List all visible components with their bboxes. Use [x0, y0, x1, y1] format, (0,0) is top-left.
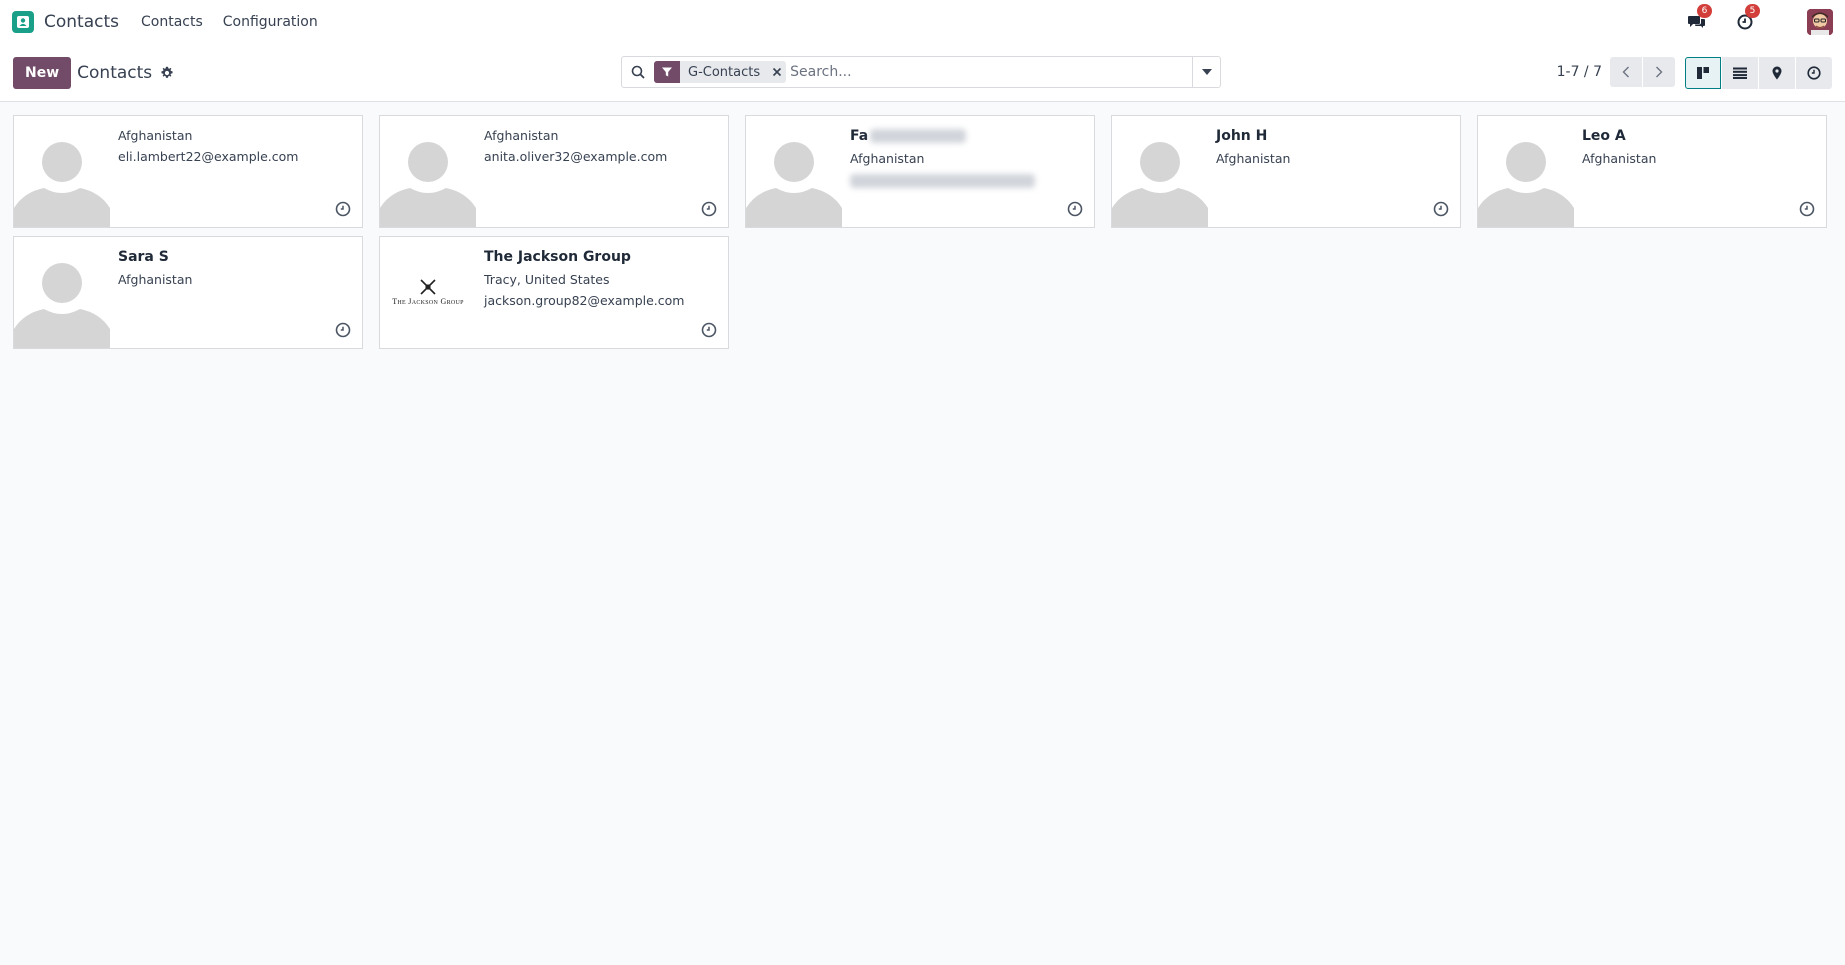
contact-email: jackson.group82@example.com [484, 293, 685, 308]
contact-country: Afghanistan [850, 151, 925, 166]
activities-systray[interactable]: 5 [1735, 4, 1760, 32]
kanban-icon [1697, 67, 1709, 79]
contact-country: Afghanistan [118, 272, 193, 287]
contact-card[interactable]: John H Afghanistan [1111, 115, 1461, 228]
search-options-toggle[interactable] [1192, 57, 1220, 87]
view-list-button[interactable] [1722, 57, 1758, 89]
avatar-placeholder [1478, 116, 1574, 227]
contact-address: Tracy, United States [484, 272, 610, 287]
contact-email: anita.oliver32@example.com [484, 149, 668, 164]
card-body: Leo A Afghanistan [1574, 116, 1664, 227]
contact-email: eli.lambert22@example.com [118, 149, 299, 164]
new-button[interactable]: New [13, 56, 72, 89]
view-map-button[interactable] [1759, 57, 1795, 89]
caret-down-icon [1201, 69, 1212, 75]
company-logo: The Jackson Group [380, 237, 476, 348]
activity-clock-icon[interactable] [701, 322, 717, 338]
contact-card[interactable]: The Jackson Group The Jackson Group Trac… [379, 236, 729, 349]
messages-systray[interactable]: 6 [1687, 4, 1712, 32]
search-bar: G-Contacts [621, 56, 1221, 88]
contacts-app-icon[interactable] [12, 11, 34, 33]
avatar-placeholder [746, 116, 842, 227]
list-icon [1733, 67, 1747, 79]
user-avatar[interactable] [1807, 9, 1833, 35]
gear-icon[interactable] [160, 66, 174, 80]
contact-name-visible: Fa [850, 128, 869, 144]
card-body: Afghanistan anita.oliver32@example.com [476, 116, 675, 227]
card-body: Afghanistan eli.lambert22@example.com [110, 116, 306, 227]
app-name[interactable]: Contacts [44, 12, 119, 32]
contact-name: John H [1216, 128, 1268, 144]
pager: 1-7 / 7 [1557, 57, 1675, 87]
contact-country: Afghanistan [484, 128, 559, 143]
logo-text: The Jackson Group [392, 297, 464, 306]
activity-clock-icon[interactable] [1433, 201, 1449, 217]
messages-badge: 6 [1697, 4, 1712, 18]
view-kanban-button[interactable] [1685, 57, 1721, 89]
filter-icon [654, 61, 680, 83]
control-panel: New Contacts G-Contacts 1-7 / 7 [0, 44, 1845, 102]
menu-contacts[interactable]: Contacts [141, 14, 203, 30]
contact-card[interactable]: Afghanistan eli.lambert22@example.com [13, 115, 363, 228]
activity-clock-icon[interactable] [335, 201, 351, 217]
contact-name: Fa [850, 128, 1035, 144]
activity-clock-icon[interactable] [1799, 201, 1815, 217]
facet-label: G-Contacts [688, 64, 761, 80]
search-icon[interactable] [622, 57, 654, 87]
view-activity-button[interactable] [1796, 57, 1832, 89]
avatar-placeholder [1112, 116, 1208, 227]
contact-card[interactable]: Leo A Afghanistan [1477, 115, 1827, 228]
activity-clock-icon[interactable] [701, 201, 717, 217]
menu-configuration[interactable]: Configuration [223, 14, 318, 30]
search-input[interactable] [790, 58, 1192, 86]
view-switcher [1685, 57, 1832, 89]
activity-clock-icon[interactable] [1067, 201, 1083, 217]
map-pin-icon [1772, 66, 1782, 80]
contact-card[interactable]: Sara S Afghanistan [13, 236, 363, 349]
card-body: John H Afghanistan [1208, 116, 1298, 227]
contact-country: Afghanistan [1216, 151, 1291, 166]
clock-icon [1807, 66, 1821, 80]
kanban-view: Afghanistan eli.lambert22@example.com Af… [0, 102, 1845, 349]
activity-clock-icon[interactable] [335, 322, 351, 338]
contact-name: Leo A [1582, 128, 1626, 144]
pager-next-button[interactable] [1643, 57, 1675, 87]
chevron-left-icon [1622, 66, 1629, 78]
page-title: Contacts [77, 62, 153, 83]
redacted-name [870, 129, 967, 143]
avatar-placeholder [14, 237, 110, 348]
contact-country: Afghanistan [1582, 151, 1657, 166]
contact-name: The Jackson Group [484, 249, 631, 265]
avatar-placeholder [14, 116, 110, 227]
pager-previous-button[interactable] [1610, 57, 1642, 87]
card-body: Fa Afghanistan [842, 116, 1043, 227]
contact-card[interactable]: Fa Afghanistan [745, 115, 1095, 228]
crossed-swords-icon [420, 279, 436, 295]
pager-value[interactable]: 1-7 / 7 [1557, 64, 1602, 80]
card-body: Sara S Afghanistan [110, 237, 200, 348]
contact-country: Afghanistan [118, 128, 193, 143]
avatar-placeholder [380, 116, 476, 227]
activities-badge: 5 [1745, 4, 1760, 18]
systray: 6 5 [1687, 0, 1833, 44]
contact-card[interactable]: Afghanistan anita.oliver32@example.com [379, 115, 729, 228]
contact-name: Sara S [118, 249, 169, 265]
search-facet: G-Contacts [654, 61, 787, 83]
close-icon[interactable] [768, 61, 786, 83]
card-body: The Jackson Group Tracy, United States j… [476, 237, 692, 348]
top-navbar: Contacts Contacts Configuration 6 5 [0, 0, 1845, 44]
chevron-right-icon [1656, 66, 1663, 78]
redacted-email [850, 172, 1035, 188]
